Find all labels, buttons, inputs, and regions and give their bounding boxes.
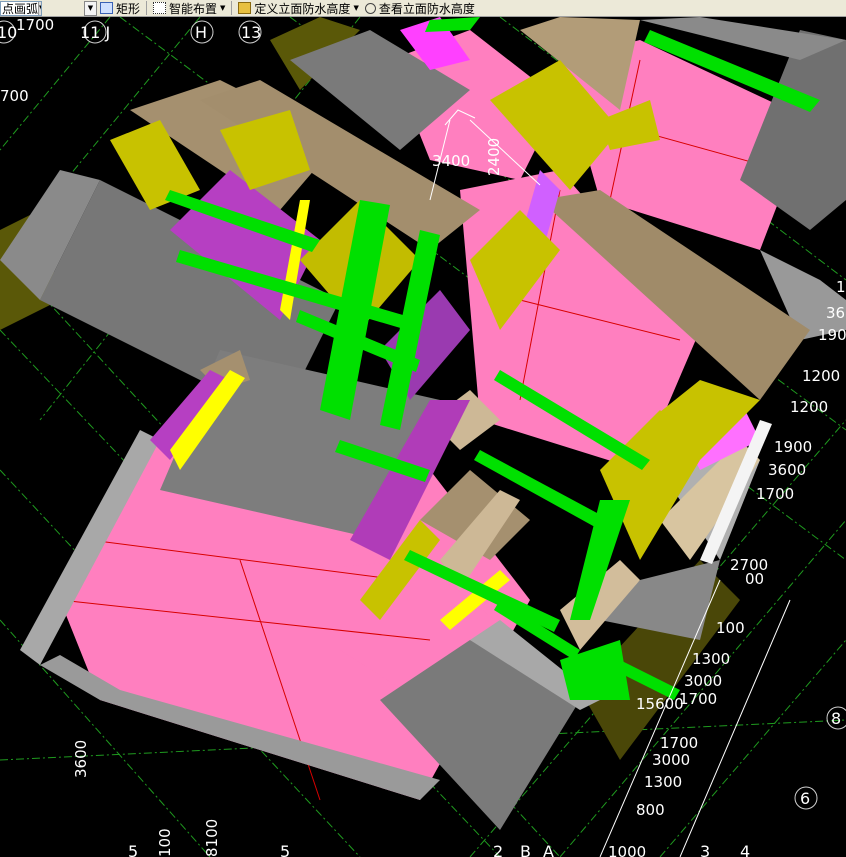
smart-layout-label: 智能布置	[169, 1, 218, 16]
dim-1700-b: 1700	[679, 690, 717, 708]
dim-1300-b: 1300	[644, 773, 682, 791]
arc-mode-value: 点画弧	[2, 1, 39, 16]
axis-label-5b: 5	[280, 842, 290, 857]
define-height-icon	[238, 2, 252, 14]
arc-mode-combo[interactable]: 点画弧 ▼	[0, 0, 42, 16]
axis-label-h: H	[195, 23, 207, 42]
dim-1000: 1000	[608, 843, 646, 857]
define-height-arrow-icon[interactable]: ▼	[353, 4, 358, 12]
dim-00: 00	[745, 570, 764, 588]
combo-arrow-icon[interactable]: ▼	[38, 1, 41, 15]
dim-3000-b: 3000	[652, 751, 690, 769]
dim-1200-a: 1200	[802, 367, 840, 385]
dim-2400: 2400	[485, 138, 503, 176]
smart-layout-button[interactable]: 智能布置 ▼	[150, 0, 228, 16]
3d-viewport[interactable]: 10 11 J H 13 8 6 5 5 4 3 2 A B 1700 700 …	[0, 17, 846, 857]
rectangle-icon	[100, 2, 113, 14]
dim-1700-right: 1700	[756, 485, 794, 503]
dim-190: 190	[818, 326, 846, 344]
toolbar-separator	[146, 1, 148, 15]
view-height-label: 查看立面防水高度	[378, 1, 475, 16]
dim-15600: 15600	[636, 695, 684, 713]
dim-1700-c: 1700	[660, 734, 698, 752]
axis-label-6: 6	[800, 789, 810, 808]
dim-800: 800	[636, 801, 665, 819]
view-height-button[interactable]: 查看立面防水高度	[362, 0, 478, 16]
dim-3000-a: 3000	[684, 672, 722, 690]
dim-1900: 1900	[774, 438, 812, 456]
view-height-icon	[364, 2, 376, 14]
dim-1700-top: 1700	[16, 17, 54, 34]
dim-1200-b: 1200	[790, 398, 828, 416]
smart-layout-icon	[153, 2, 167, 14]
rect-button[interactable]: 矩形	[97, 0, 143, 16]
dim-1300-a: 1300	[692, 650, 730, 668]
dim-3600-left: 3600	[72, 740, 90, 778]
dim-3400: 3400	[432, 152, 470, 170]
rect-button-label: 矩形	[116, 1, 141, 16]
axis-label-2: 2	[493, 842, 503, 857]
dim-700-left: 700	[0, 87, 29, 105]
toolbar: 点画弧 ▼ ▼ 矩形 智能布置 ▼ 定义立面防水高度 ▼ 查看立面防水高度	[0, 0, 846, 17]
dropdown-arrow-icon[interactable]: ▼	[84, 0, 97, 16]
dim-100-bottom: 100	[156, 828, 174, 857]
axis-label-a: A	[543, 842, 554, 857]
define-height-label: 定义立面防水高度	[254, 1, 351, 16]
dim-36: 36	[826, 304, 845, 322]
dim-3600-right: 3600	[768, 461, 806, 479]
axis-label-3: 3	[700, 842, 710, 857]
dim-8100: 8100	[203, 819, 221, 857]
axis-label-11j: 11 J	[80, 23, 110, 42]
axis-label-4: 4	[740, 842, 750, 857]
axis-label-b: B	[520, 842, 531, 857]
dim-100: 100	[716, 619, 745, 637]
axis-label-10: 10	[0, 23, 17, 42]
axis-label-5: 5	[128, 842, 138, 857]
axis-label-8: 8	[831, 709, 841, 728]
toolbar-separator	[231, 1, 233, 15]
dim-1-right: 1	[836, 278, 846, 296]
axis-label-13: 13	[241, 23, 261, 42]
smart-layout-arrow-icon[interactable]: ▼	[220, 4, 225, 12]
define-height-button[interactable]: 定义立面防水高度 ▼	[235, 0, 361, 16]
